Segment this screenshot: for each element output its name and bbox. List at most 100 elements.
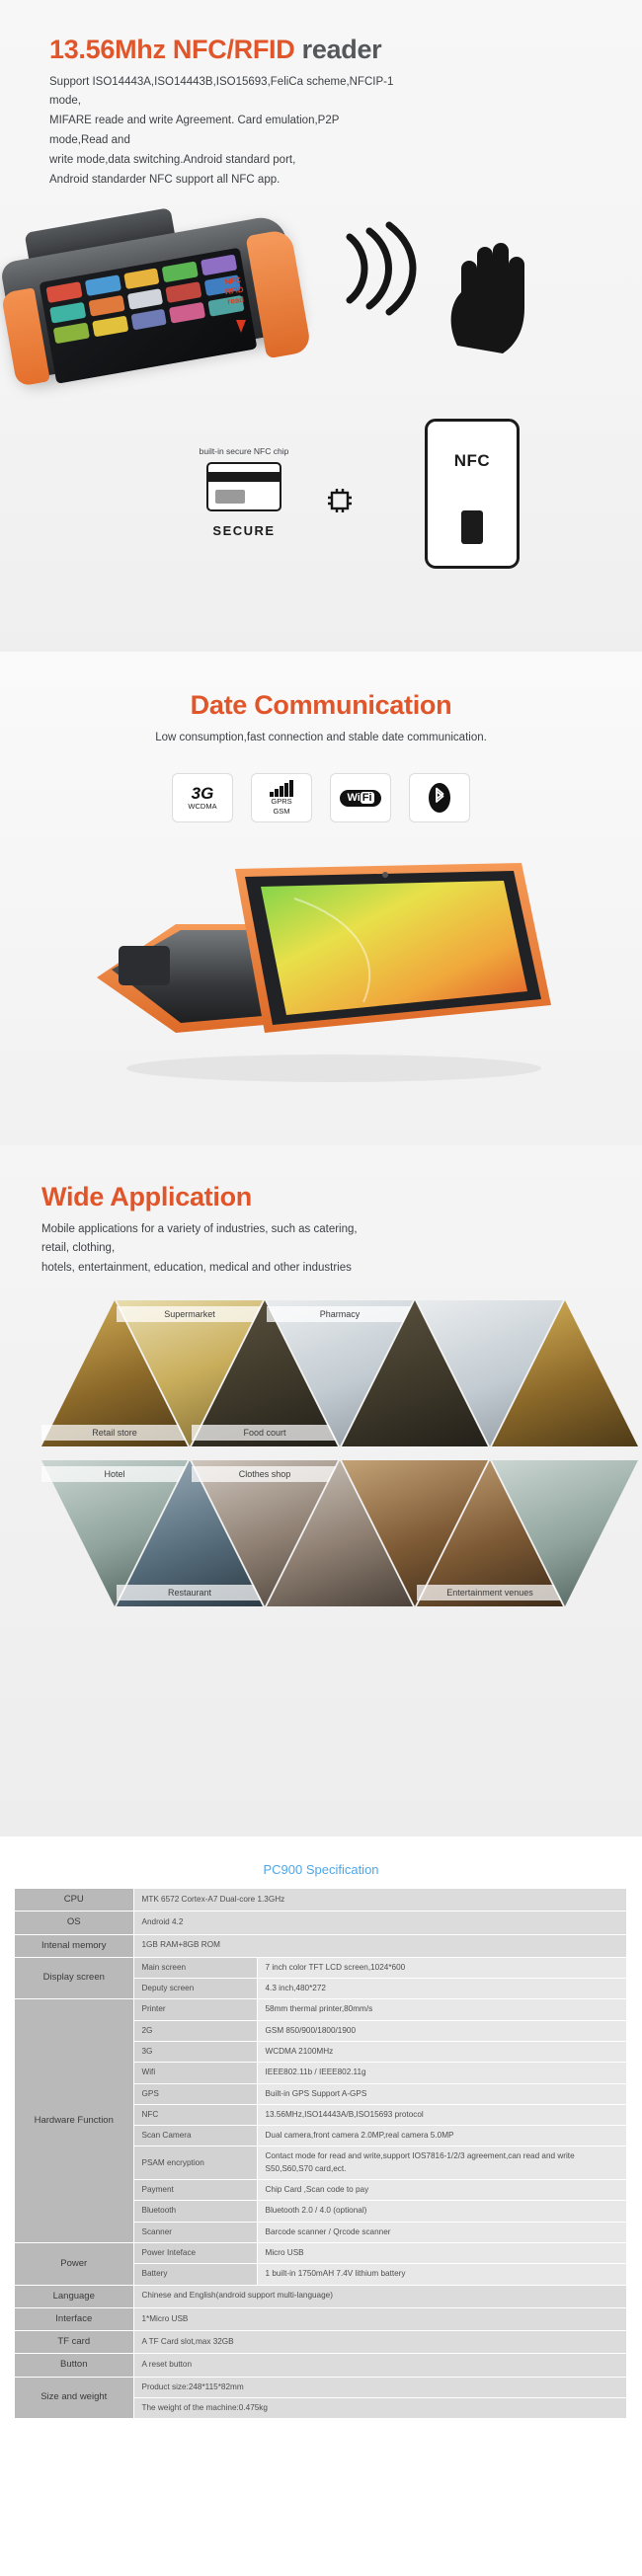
spec-value: 58mm thermal printer,80mm/s [257,1998,627,2021]
badge-bluetooth [409,773,470,823]
spec-label: Hardware Function [15,1998,134,2243]
connectivity-badges: 3G WCDMA GPRS GSM Wi Fi [0,773,642,823]
dc-heading: Date Communication [190,690,452,720]
wifi-icon: Wi Fi [340,790,381,807]
dc-subtitle: Low consumption,fast connection and stab… [155,731,487,743]
spec-label: CPU [15,1889,134,1912]
wa-subtitle: Mobile applications for a variety of ind… [41,1220,387,1279]
spec-value: 13.56MHz,ISO14443A/B,ISO15693 protocol [257,2104,627,2127]
table-row: Button A reset button [15,2353,627,2378]
wide-application-section: Wide Application Mobile applications for… [0,1145,642,1836]
tile-hotel-2 [492,1459,638,1606]
spec-label: Intenal memory [15,1934,134,1958]
bluetooth-icon [429,783,450,814]
pos-app-grid [45,254,245,345]
specification-section: PC900 Specification CPU MTK 6572 Cortex-… [0,1836,642,2444]
spec-subkey: Power Inteface [133,2242,258,2265]
spec-subkey: Wifi [133,2062,258,2084]
hand-icon [440,239,550,362]
spec-subkey: Printer [133,1998,258,2021]
pos-terminal-image [0,195,316,402]
spec-value: MTK 6572 Cortex-A7 Dual-core 1.3GHz [133,1889,627,1912]
badge-3g-label: WCDMA [188,802,217,812]
table-row: OS Android 4.2 [15,1911,627,1935]
nfc-phone-icon: NFC [425,419,520,570]
spec-value: Micro USB [257,2242,627,2265]
badge-gprs-gsm: GPRS GSM [251,773,312,823]
table-row: Hardware Function Printer 58mm thermal p… [15,1998,627,2243]
data-communication-section: Date Communication Low consumption,fast … [0,652,642,1145]
nfc-paragraph-line-4: Android standarder NFC support all NFC a… [49,173,281,186]
nfc-paragraph-line-3: write mode,data switching.Android standa… [49,153,296,166]
spec-value: GSM 850/900/1800/1900 [257,2020,627,2042]
spec-value: Bluetooth 2.0 / 4.0 (optional) [257,2200,627,2223]
spec-table-title: PC900 Specification [263,1862,379,1877]
wa-heading: Wide Application [41,1182,252,1211]
spec-subkey: NFC [133,2104,258,2127]
spec-subkey: Main screen [133,1957,258,1980]
nfc-paragraph-line-1: Support ISO14443A,ISO14443B,ISO15693,Fel… [49,75,394,108]
spec-value: 7 inch color TFT LCD screen,1024*600 [257,1957,627,1980]
spec-subkey: Deputy screen [133,1978,258,2000]
product-detail-page: 13.56Mhz NFC/RFID reader Support ISO1444… [0,0,642,2444]
spec-value: A reset button [133,2353,627,2378]
wa-subtitle-line-2: hotels, entertainment, education, medica… [41,1262,352,1275]
nfc-paragraph-line-2: MIFARE reade and write Agreement. Card e… [49,115,340,146]
table-row: Language Chinese and English(android sup… [15,2285,627,2308]
badge-gprs-label: GPRS [271,797,292,807]
spec-subkey: GPS [133,2083,258,2105]
nfc-heading: 13.56Mhz NFC/RFID reader [49,35,602,65]
specification-table: CPU MTK 6572 Cortex-A7 Dual-core 1.3GHz … [15,1889,627,2420]
sim-card-icon [461,510,483,545]
secure-chip-block: built-in secure NFC chip SECURE [150,446,352,538]
spec-value: Barcode scanner / Qrcode scanner [257,2222,627,2243]
pos-device-photo [57,829,591,1086]
spec-value: Chip Card ,Scan code to pay [257,2179,627,2202]
3g-icon: 3G [191,784,214,804]
table-row: Intenal memory 1GB RAM+8GB ROM [15,1934,627,1958]
secure-card-icon [206,462,281,512]
secure-chip-caption: built-in secure NFC chip [199,446,289,457]
spec-value: Chinese and English(android support mult… [133,2285,627,2308]
spec-value: Android 4.2 [133,1911,627,1935]
table-row: TF card A TF Card slot,max 32GB [15,2330,627,2355]
chip-icon [328,489,352,513]
nfc-heading-accent: 13.56Mhz NFC/RFID [49,35,295,64]
table-row: Size and weight Product size:248*115*82m… [15,2377,627,2420]
spec-value: 4.3 inch,480*272 [257,1978,627,2000]
spec-value: A TF Card slot,max 32GB [133,2330,627,2355]
spec-subkey: Payment [133,2179,258,2202]
spec-value: Dual camera,front camera 2.0MP,real came… [257,2125,627,2147]
spec-value: 1*Micro USB [133,2307,627,2332]
spec-value: IEEE802.11b / IEEE802.11g [257,2062,627,2084]
spec-subkey: Battery [133,2263,258,2286]
table-row: Interface 1*Micro USB [15,2307,627,2332]
pos-screen [39,247,258,385]
spec-value: The weight of the machine:0.475kg [133,2397,627,2420]
nfc-read-tag: NFC RFID read [224,275,245,307]
signal-bars-icon [270,780,293,798]
nfc-wave-icon [336,221,421,321]
nfc-heading-rest: reader [294,35,382,64]
application-tile-row: Hotel Restaurant Clothes shop Entertainm… [41,1459,638,1606]
table-row: CPU MTK 6572 Cortex-A7 Dual-core 1.3GHz [15,1889,627,1912]
nfc-paragraph: Support ISO14443A,ISO14443B,ISO15693,Fel… [49,73,395,191]
wa-subtitle-line-1: Mobile applications for a variety of ind… [41,1222,358,1255]
badge-3g-wcdma: 3G WCDMA [172,773,233,823]
table-row: Power Power Inteface Micro USB [15,2242,627,2286]
spec-subkey: 3G [133,2041,258,2064]
wa-header: Wide Application Mobile applications for… [0,1182,642,1279]
spec-label: Display screen [15,1957,134,2000]
spec-label: OS [15,1911,134,1935]
spec-subkey: 2G [133,2020,258,2042]
table-row: Display screen Main screen 7 inch color … [15,1957,627,2000]
spec-label: Language [15,2285,134,2308]
nfc-tag-arrow-icon [236,320,246,334]
spec-label: TF card [15,2330,134,2355]
spec-label: Interface [15,2307,134,2332]
spec-value: Built-in GPS Support A-GPS [257,2083,627,2105]
nfc-illustration: NFC RFID read built-in secure NFC chip S… [0,199,642,614]
badge-gsm-label: GSM [273,806,290,816]
spec-value: 1 built-in 1750mAH 7.4V lithium battery [257,2263,627,2286]
spec-subkey: Scan Camera [133,2125,258,2147]
